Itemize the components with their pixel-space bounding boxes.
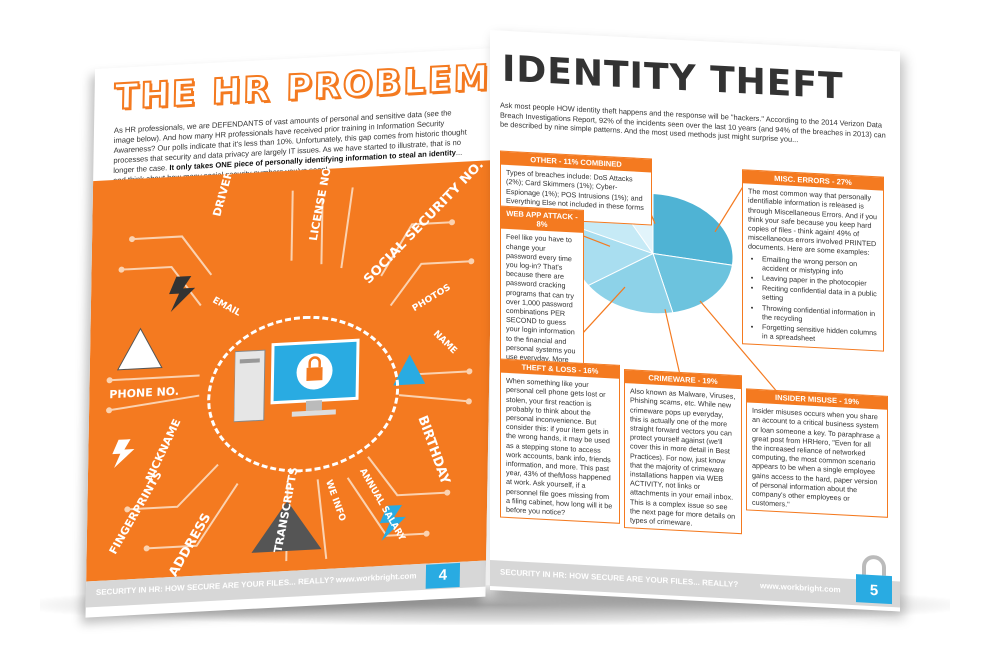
box-misc-errors: MISC. ERRORS - 27% The most common way t… — [742, 169, 884, 353]
lock-icon: 5 — [856, 555, 892, 605]
box-text: The most common way that personally iden… — [743, 183, 883, 351]
box-text: Also known as Malware, Viruses, Phishing… — [630, 386, 736, 528]
box-text: When something like your personal cell p… — [506, 376, 613, 517]
box-paragraph: The most common way that personally iden… — [748, 186, 878, 258]
footer-url: www.workbright.com — [335, 571, 417, 585]
box-theft-loss: THEFT & LOSS - 16% When something like y… — [500, 358, 620, 525]
footer-title: SECURITY IN HR: HOW SECURE ARE YOUR FILE… — [500, 567, 739, 590]
footer-url: www.workbright.com — [760, 581, 841, 595]
box-webapp: WEB APP ATTACK - 8% Feel like you have t… — [500, 205, 584, 379]
left-page: THE HR PROBLEM As HR professionals, we a… — [85, 48, 495, 618]
examples-list: Emailing the wrong person on accident or… — [748, 253, 878, 347]
infographic-art: DRIVERS LICENSE LICENSE NO. SOCIAL SECUR… — [86, 160, 494, 582]
page-number: 4 — [425, 562, 461, 589]
page-number: 5 — [870, 582, 878, 599]
box-text: Feel like you have to change your passwo… — [506, 232, 576, 373]
box-text: Insider misuses occurs when you share an… — [752, 405, 880, 509]
computer-lock-icon — [233, 338, 360, 423]
footer-title: SECURITY IN HR: HOW SECURE ARE YOUR FILE… — [95, 575, 335, 598]
right-page: IDENTITY THEFT Ask most people HOW ident… — [490, 30, 900, 612]
box-insider-misuse: INSIDER MISUSE - 19% Insider misuses occ… — [746, 388, 888, 519]
box-crimeware: CRIMEWARE - 19% Also known as Malware, V… — [624, 369, 742, 535]
